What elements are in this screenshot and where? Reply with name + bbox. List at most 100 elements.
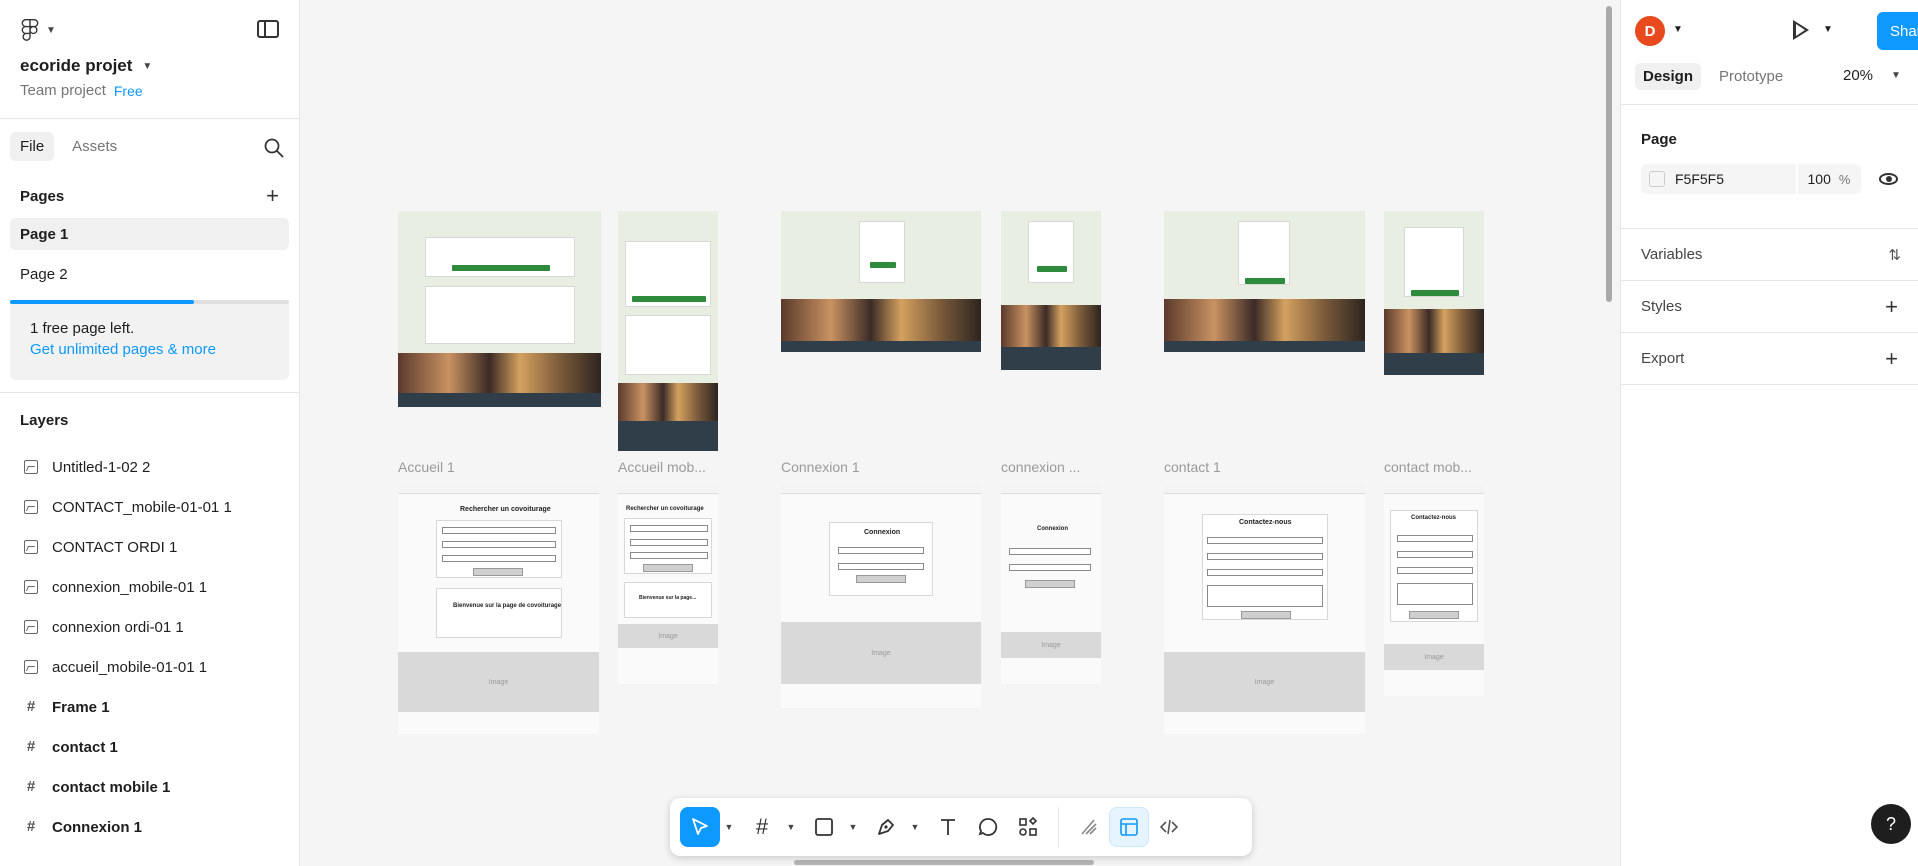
mockup-connexion-desktop[interactable] <box>781 211 981 352</box>
tab-prototype[interactable]: Prototype <box>1711 63 1791 90</box>
tab-design[interactable]: Design <box>1635 62 1702 90</box>
sliders-icon[interactable]: ⇅ <box>1888 246 1900 264</box>
layer-item[interactable]: connexion ordi-01 1 <box>0 607 299 647</box>
variables-section[interactable]: Variables ⇅ <box>1621 228 1918 280</box>
export-section[interactable]: Export + <box>1621 332 1918 385</box>
add-page-icon[interactable]: + <box>266 185 279 207</box>
frame-label-contact-mobile[interactable]: contact mob... <box>1384 459 1472 475</box>
wireframe-connexion-title: Connexion <box>864 529 901 536</box>
tab-assets[interactable]: Assets <box>62 132 127 161</box>
shape-tool-button[interactable] <box>804 807 844 847</box>
frame-label-connexion-mobile[interactable]: connexion ... <box>1001 459 1080 475</box>
layer-item[interactable]: connexion_mobile-01 1 <box>0 567 299 607</box>
frame-icon: # <box>755 814 769 839</box>
eye-icon[interactable] <box>1878 173 1898 185</box>
chevron-down-icon[interactable]: ▼ <box>720 822 738 832</box>
layer-item[interactable]: # Connexion 1 <box>0 807 299 847</box>
color-swatch[interactable] <box>1649 171 1665 187</box>
sidebar-toggle-icon[interactable] <box>257 20 279 38</box>
login-card <box>859 221 905 283</box>
mockup-accueil-mobile[interactable] <box>618 211 718 451</box>
rectangle-icon <box>815 818 833 836</box>
mockup-accueil-desktop[interactable] <box>398 211 601 407</box>
present-play-icon[interactable] <box>1793 20 1809 40</box>
export-title: Export <box>1641 350 1685 367</box>
add-export-icon[interactable]: + <box>1885 347 1898 370</box>
contact-form: Contactez-nous <box>1390 510 1478 622</box>
chevron-down-icon: ▼ <box>142 60 153 72</box>
page-section-title: Page <box>1641 131 1677 148</box>
footer-band <box>618 421 718 451</box>
page-item-1[interactable]: Page 1 <box>10 218 289 250</box>
upsell-progress-track <box>10 300 289 304</box>
search-button <box>632 296 706 302</box>
page-opacity-field[interactable]: 100 % <box>1797 164 1861 194</box>
comment-tool-button[interactable] <box>968 807 1008 847</box>
wireframe-contact-mobile[interactable]: Contactez-nous Image <box>1384 484 1484 696</box>
wireframe-nav <box>618 484 718 494</box>
chevron-down-icon[interactable]: ▼ <box>844 822 862 832</box>
frame-label-accueil-mobile[interactable]: Accueil mob... <box>618 459 706 475</box>
upsell-link[interactable]: Get unlimited pages & more <box>30 341 269 358</box>
frame-label-contact[interactable]: contact 1 <box>1164 459 1221 475</box>
draw-mode-button[interactable] <box>1069 807 1109 847</box>
welcome-card: Bienvenue sur la page de covoiturage <box>436 588 562 638</box>
layer-item[interactable]: # Frame 1 <box>0 687 299 727</box>
horizontal-scrollbar[interactable] <box>794 860 1094 865</box>
share-button[interactable]: Share <box>1877 12 1918 50</box>
mockup-contact-mobile[interactable] <box>1384 211 1484 375</box>
frame-label-connexion[interactable]: Connexion 1 <box>781 459 860 475</box>
field <box>1397 535 1473 542</box>
main-menu-button[interactable]: ▼ <box>20 18 279 42</box>
image-icon <box>24 500 38 514</box>
search-icon[interactable] <box>263 137 285 159</box>
layers-section: Layers Untitled-1-02 2 CONTACT_mobile-01-… <box>0 392 299 847</box>
page-color-field[interactable]: F5F5F5 <box>1641 164 1796 194</box>
chevron-down-icon[interactable]: ▼ <box>782 822 800 832</box>
page-item-2[interactable]: Page 2 <box>10 258 289 290</box>
mockup-connexion-mobile[interactable] <box>1001 211 1101 370</box>
styles-section[interactable]: Styles + <box>1621 280 1918 332</box>
dev-mode-button[interactable] <box>1149 807 1189 847</box>
wireframe-contact-desktop[interactable]: Contactez-nous Image <box>1164 484 1365 734</box>
mockup-contact-desktop[interactable] <box>1164 211 1365 352</box>
layer-label: contact 1 <box>52 738 118 756</box>
frame-label-accueil[interactable]: Accueil 1 <box>398 459 455 475</box>
layer-item[interactable]: # contact mobile 1 <box>0 767 299 807</box>
wireframe-connexion-mobile[interactable]: Connexion Image <box>1001 484 1101 684</box>
help-button[interactable]: ? <box>1871 804 1911 844</box>
layer-item[interactable]: accueil_mobile-01-01 1 <box>0 647 299 687</box>
layer-item[interactable]: CONTACT_mobile-01-01 1 <box>0 487 299 527</box>
layer-label: contact mobile 1 <box>52 778 171 796</box>
layer-item[interactable]: CONTACT ORDI 1 <box>0 527 299 567</box>
wireframe-accueil-mobile[interactable]: Rechercher un covoiturage Bienvenue sur … <box>618 484 718 684</box>
design-mode-button[interactable] <box>1109 807 1149 847</box>
avatar[interactable]: D <box>1635 16 1665 46</box>
page-opacity-value: 100 <box>1807 171 1831 187</box>
plan-badge[interactable]: Free <box>114 83 143 99</box>
contact-card <box>1238 221 1290 285</box>
move-tool-button[interactable] <box>680 807 720 847</box>
add-style-icon[interactable]: + <box>1885 295 1898 318</box>
pen-tool-button[interactable] <box>866 807 906 847</box>
chevron-down-icon[interactable]: ▼ <box>1673 24 1683 35</box>
wireframe-connexion-desktop[interactable]: Connexion Image <box>781 484 981 708</box>
actions-tool-button[interactable] <box>1008 807 1048 847</box>
percent-sign: % <box>1838 171 1851 187</box>
left-panel: ▼ ecoride projet ▼ Team project Free Fil… <box>0 0 300 866</box>
wireframe-search-title: Rechercher un covoiturage <box>626 506 704 512</box>
canvas[interactable]: Accueil 1 Accueil mob... Connexion 1 con… <box>300 0 1620 866</box>
chevron-down-icon[interactable]: ▼ <box>906 822 924 832</box>
vertical-scrollbar[interactable] <box>1606 6 1612 302</box>
chevron-down-icon[interactable]: ▼ <box>1823 24 1833 35</box>
layer-item[interactable]: Untitled-1-02 2 <box>0 447 299 487</box>
zoom-control[interactable]: 20% ▼ <box>1843 67 1901 84</box>
layer-item[interactable]: # contact 1 <box>0 727 299 767</box>
project-name[interactable]: ecoride projet ▼ <box>20 56 279 76</box>
image-placeholder: Image <box>1164 652 1365 712</box>
frame-tool-button[interactable]: # <box>742 807 782 847</box>
text-tool-button[interactable] <box>928 807 968 847</box>
contact-button <box>1245 278 1285 284</box>
wireframe-accueil-desktop[interactable]: Rechercher un covoiturage Bienvenue sur … <box>398 484 599 734</box>
tab-file[interactable]: File <box>10 132 55 161</box>
